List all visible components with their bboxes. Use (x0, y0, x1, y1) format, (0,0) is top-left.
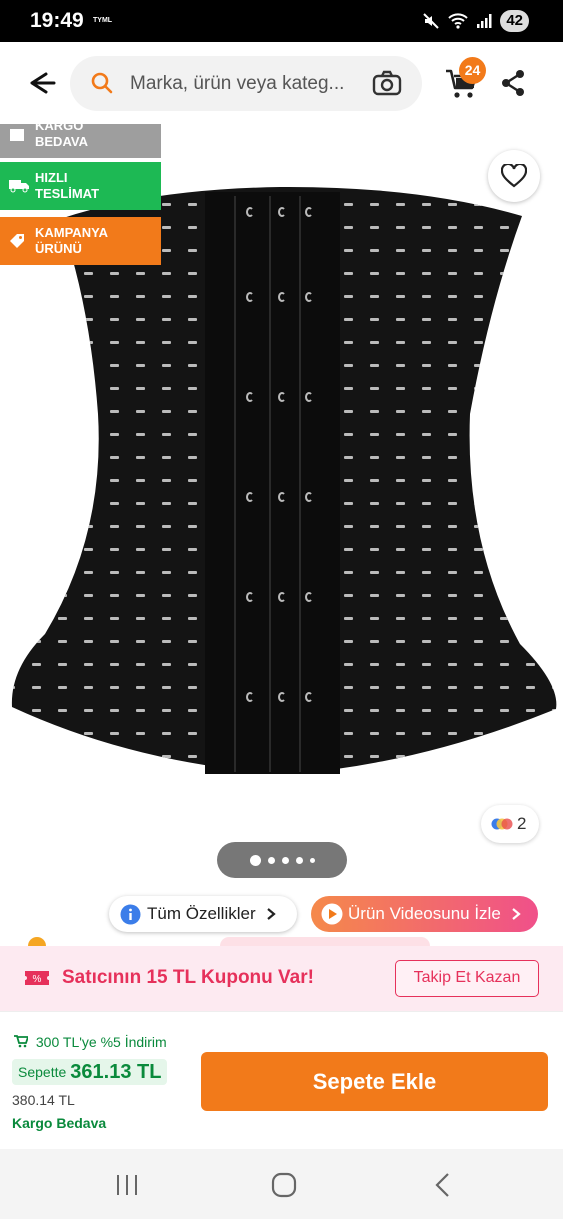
search-placeholder: Marka, ürün veya kateg... (130, 73, 345, 94)
camera-search-icon[interactable] (372, 70, 402, 96)
follow-and-earn-button[interactable]: Takip Et Kazan (395, 960, 539, 997)
pagination-dot[interactable] (281, 856, 289, 864)
badge-label: KAMPANYA ÜRÜNÜ (35, 225, 108, 256)
all-features-button[interactable]: Tüm Özellikler (109, 896, 297, 932)
carrier-label: TYML (93, 17, 113, 24)
wifi-icon (448, 13, 469, 29)
add-to-cart-button[interactable]: Sepete Ekle (201, 1052, 548, 1111)
badge-campaign: KAMPANYA ÜRÜNÜ (0, 217, 161, 265)
partially-hidden-info-row (28, 937, 438, 946)
basket-price-label: Sepette (18, 1064, 67, 1080)
purchase-bar: 300 TL'ye %5 İndirim Sepette 361.13 TL 3… (0, 1011, 563, 1149)
all-features-label: Tüm Özellikler (147, 904, 256, 923)
discount-text: 300 TL'ye %5 İndirim (35, 1034, 167, 1050)
color-count: 2 (517, 814, 527, 833)
mute-icon (423, 13, 440, 29)
badge-label: KARGO BEDAVA (35, 124, 88, 149)
pagination-dot[interactable] (309, 857, 315, 863)
watch-video-label: Ürün Videosunu İzle (348, 904, 501, 923)
basket-price: Sepette 361.13 TL (12, 1059, 168, 1085)
cart-small-icon (14, 1035, 30, 1048)
coupon-icon: % (25, 971, 49, 985)
original-price: 380.14 TL (12, 1092, 75, 1108)
status-bar: 19:49 TYML 42 (0, 0, 563, 42)
coupon-text: Satıcının 15 TL Kuponu Var! (62, 967, 314, 988)
gallery-pagination[interactable] (217, 842, 347, 878)
color-variants-button[interactable]: 2 (481, 805, 539, 843)
free-shipping-label: Kargo Bedava (12, 1115, 107, 1131)
watch-video-button[interactable]: Ürün Videosunu İzle (311, 896, 538, 932)
search-bar[interactable]: Marka, ürün veya kateg... (70, 56, 422, 111)
status-time: 19:49 (30, 9, 84, 32)
badge-free-shipping: KARGO BEDAVA (0, 124, 161, 158)
pagination-dot[interactable] (295, 856, 303, 864)
back-arrow-icon[interactable] (24, 66, 58, 100)
signal-icon (477, 14, 492, 28)
chevron-right-icon (512, 908, 521, 920)
home-icon[interactable] (271, 1172, 297, 1198)
discount-info: 300 TL'ye %5 İndirim (14, 1034, 167, 1050)
battery-indicator: 42 (500, 10, 529, 32)
play-icon (321, 903, 343, 925)
status-icons: 42 (422, 10, 529, 32)
badge-label: HIZLI TESLİMAT (35, 170, 100, 201)
back-nav-icon[interactable] (433, 1172, 451, 1198)
top-header: Marka, ürün veya kateg... 24 (0, 42, 563, 124)
pagination-dot-active[interactable] (249, 854, 261, 866)
svg-text:%: % (33, 974, 42, 985)
basket-price-value: 361.13 TL (70, 1060, 162, 1083)
truck-icon (9, 180, 29, 193)
system-navigation-bar (0, 1149, 563, 1219)
seller-coupon-banner[interactable]: % Satıcının 15 TL Kuponu Var! Takip Et K… (0, 946, 563, 1011)
product-image-gallery[interactable]: KARGO BEDAVA HIZLI TESLİMAT KAMPANYA ÜRÜ… (0, 124, 563, 944)
cart-count-badge: 24 (459, 57, 486, 84)
tag-icon (10, 234, 24, 248)
recent-apps-icon[interactable] (114, 1173, 140, 1197)
box-icon (10, 129, 24, 141)
heart-icon (501, 164, 527, 188)
pagination-dot[interactable] (267, 856, 275, 864)
favorite-button[interactable] (488, 150, 540, 202)
share-icon[interactable] (500, 69, 526, 97)
color-palette-icon (491, 818, 513, 830)
search-icon (91, 72, 113, 94)
info-icon (120, 904, 141, 924)
chevron-right-icon (266, 908, 276, 920)
badge-fast-delivery: HIZLI TESLİMAT (0, 162, 161, 210)
